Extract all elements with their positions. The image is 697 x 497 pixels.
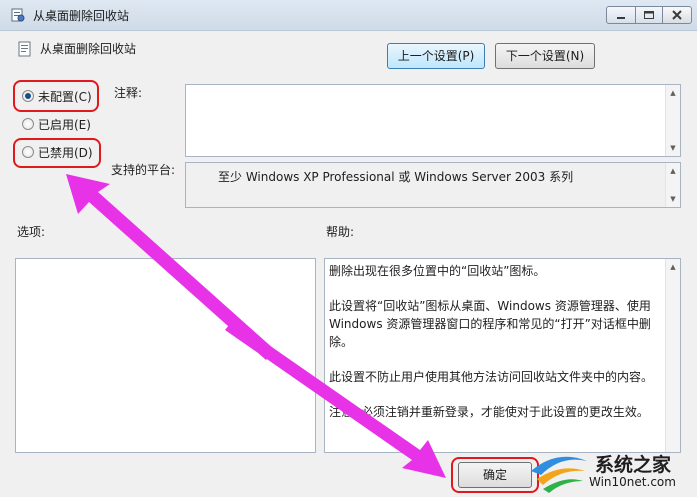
watermark-url: Win10net.com xyxy=(589,475,676,489)
options-label: 选项: xyxy=(17,225,46,239)
window-title: 从桌面删除回收站 xyxy=(33,9,130,23)
options-pane xyxy=(15,258,316,453)
highlight-ok xyxy=(451,457,539,493)
scroll-down-icon[interactable]: ▼ xyxy=(666,141,680,155)
help-pane: 删除出现在很多位置中的“回收站”图标。 此设置将“回收站”图标从桌面、Windo… xyxy=(324,258,681,453)
help-label: 帮助: xyxy=(326,225,355,239)
watermark-logo-icon xyxy=(531,456,587,493)
radio-unselected-icon[interactable] xyxy=(22,118,34,130)
help-paragraph: 删除出现在很多位置中的“回收站”图标。 xyxy=(329,264,546,278)
supported-on-label: 支持的平台: xyxy=(111,163,176,177)
comment-textarea[interactable]: ▲ ▼ xyxy=(185,84,681,157)
supported-on-value: 至少 Windows XP Professional 或 Windows Ser… xyxy=(218,170,574,184)
title-bar[interactable]: 从桌面删除回收站 xyxy=(0,0,697,31)
help-scrollbar[interactable]: ▲ xyxy=(665,259,680,452)
scroll-up-icon[interactable]: ▲ xyxy=(666,86,680,100)
watermark-brand: 系统之家 xyxy=(595,454,672,476)
close-button[interactable] xyxy=(662,6,692,24)
comment-label: 注释: xyxy=(114,86,143,100)
previous-setting-button[interactable]: 上一个设置(P) xyxy=(387,43,485,69)
maximize-button[interactable] xyxy=(635,6,663,24)
policy-icon xyxy=(18,41,31,57)
help-paragraph: 此设置将“回收站”图标从桌面、Windows 资源管理器、使用 Windows … xyxy=(329,299,651,349)
scroll-down-icon[interactable]: ▼ xyxy=(666,192,680,206)
radio-enabled-label[interactable]: 已启用(E) xyxy=(38,116,91,133)
supported-scrollbar[interactable]: ▲ ▼ xyxy=(665,163,680,207)
help-paragraph: 注意: 必须注销并重新登录，才能使对于此设置的更改生效。 xyxy=(329,405,649,419)
scroll-up-icon[interactable]: ▲ xyxy=(666,260,680,274)
policy-name: 从桌面删除回收站 xyxy=(40,42,137,56)
highlight-disabled xyxy=(13,138,101,168)
policy-settings-icon xyxy=(11,8,25,22)
comment-scrollbar[interactable]: ▲ ▼ xyxy=(665,85,680,156)
policy-editor-window: 从桌面删除回收站 从桌面删除回收站 上一个设置(P) 下一个设置(N) 未配置(… xyxy=(0,0,697,497)
maximize-icon xyxy=(644,11,654,19)
minimize-button[interactable] xyxy=(606,6,636,24)
help-paragraph: 此设置不防止用户使用其他方法访问回收站文件夹中的内容。 xyxy=(329,370,654,384)
next-setting-button[interactable]: 下一个设置(N) xyxy=(495,43,595,69)
watermark: 系统之家 Win10net.com xyxy=(527,443,697,497)
close-icon xyxy=(672,10,682,20)
highlight-not-configured xyxy=(13,80,99,112)
scroll-up-icon[interactable]: ▲ xyxy=(666,164,680,178)
supported-on-field: 至少 Windows XP Professional 或 Windows Ser… xyxy=(185,162,681,208)
help-text: 删除出现在很多位置中的“回收站”图标。 此设置将“回收站”图标从桌面、Windo… xyxy=(329,262,661,438)
minimize-icon xyxy=(617,17,625,19)
